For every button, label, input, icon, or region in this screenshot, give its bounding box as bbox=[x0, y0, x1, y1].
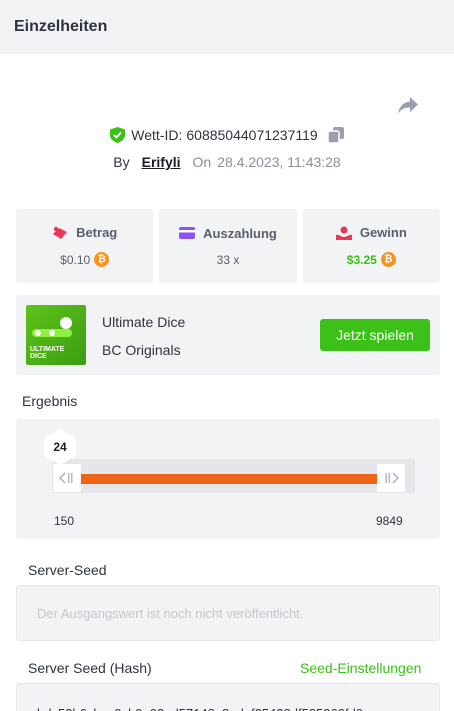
game-provider: BC Originals bbox=[102, 342, 181, 358]
server-seed-hash-field[interactable]: bdc53b6cbca9cb9a02ed57148a8edaf25428df58… bbox=[16, 683, 440, 711]
profit-icon bbox=[335, 226, 352, 240]
result-slider-fill bbox=[78, 474, 378, 484]
range-max-value: 9849 bbox=[376, 514, 403, 528]
bet-id-row: Wett-ID: 60885044071237119 bbox=[0, 127, 454, 143]
game-card: ULTIMATE DICE Ultimate Dice BC Originals… bbox=[16, 295, 440, 375]
bet-date: 28.4.2023, 11:43:28 bbox=[217, 154, 341, 170]
stat-payout-value: 33 x bbox=[216, 252, 240, 267]
stat-payout-label: Auszahlung bbox=[203, 225, 277, 241]
bet-id-value: 60885044071237119 bbox=[186, 127, 318, 143]
verified-shield-icon bbox=[110, 127, 126, 143]
stat-profit-label: Gewinn bbox=[359, 225, 407, 240]
bitcoin-icon: ₿ bbox=[94, 252, 110, 267]
share-icon[interactable] bbox=[397, 96, 419, 116]
game-thumbnail[interactable]: ULTIMATE DICE bbox=[26, 305, 86, 365]
copy-icon[interactable] bbox=[327, 127, 344, 143]
payout-card-icon bbox=[179, 227, 196, 239]
stat-profit-value: $3.25 bbox=[346, 252, 377, 267]
bitcoin-icon: ₿ bbox=[380, 252, 396, 267]
seed-settings-link[interactable]: Seed-Einstellungen bbox=[300, 660, 421, 676]
bet-amount-icon bbox=[53, 226, 68, 239]
stat-payout: Auszahlung 33 x bbox=[159, 209, 297, 283]
play-now-button[interactable]: Jetzt spielen bbox=[320, 319, 430, 351]
result-label: Ergebnis bbox=[22, 393, 78, 409]
user-link[interactable]: Erifyli bbox=[142, 154, 181, 170]
server-seed-hash-label: Server Seed (Hash) bbox=[28, 660, 152, 676]
page-title: Einzelheiten bbox=[14, 18, 108, 35]
game-name: Ultimate Dice bbox=[102, 314, 186, 330]
result-panel: 24 150 9849 bbox=[16, 419, 440, 539]
grip-left-icon bbox=[59, 472, 73, 484]
stat-amount: Betrag $0.10 ₿ bbox=[16, 209, 154, 283]
stat-amount-value: $0.10 bbox=[60, 252, 91, 267]
bet-meta-row: By Erifyli On 28.4.2023, 11:43:28 bbox=[0, 154, 454, 170]
game-thumb-text: ULTIMATE DICE bbox=[30, 346, 65, 360]
stat-amount-label: Betrag bbox=[76, 225, 118, 240]
on-label: On bbox=[192, 154, 212, 170]
slider-right-handle[interactable] bbox=[377, 464, 405, 492]
server-seed-label: Server-Seed bbox=[28, 562, 107, 578]
range-min-value: 150 bbox=[54, 514, 75, 528]
slider-left-handle[interactable] bbox=[53, 464, 81, 492]
bet-id-label: Wett-ID: bbox=[131, 127, 183, 143]
grip-right-icon bbox=[385, 472, 399, 484]
page-header: Einzelheiten bbox=[0, 0, 454, 54]
bet-stats: Betrag $0.10 ₿ Auszahlung 33 x Gewinn $3… bbox=[16, 209, 440, 283]
server-seed-field: Der Ausgangswert ist noch nicht veröffen… bbox=[16, 585, 440, 641]
by-label: By bbox=[113, 154, 130, 170]
stat-profit: Gewinn $3.25 ₿ bbox=[302, 209, 440, 283]
dice-graphic-icon bbox=[32, 317, 72, 337]
